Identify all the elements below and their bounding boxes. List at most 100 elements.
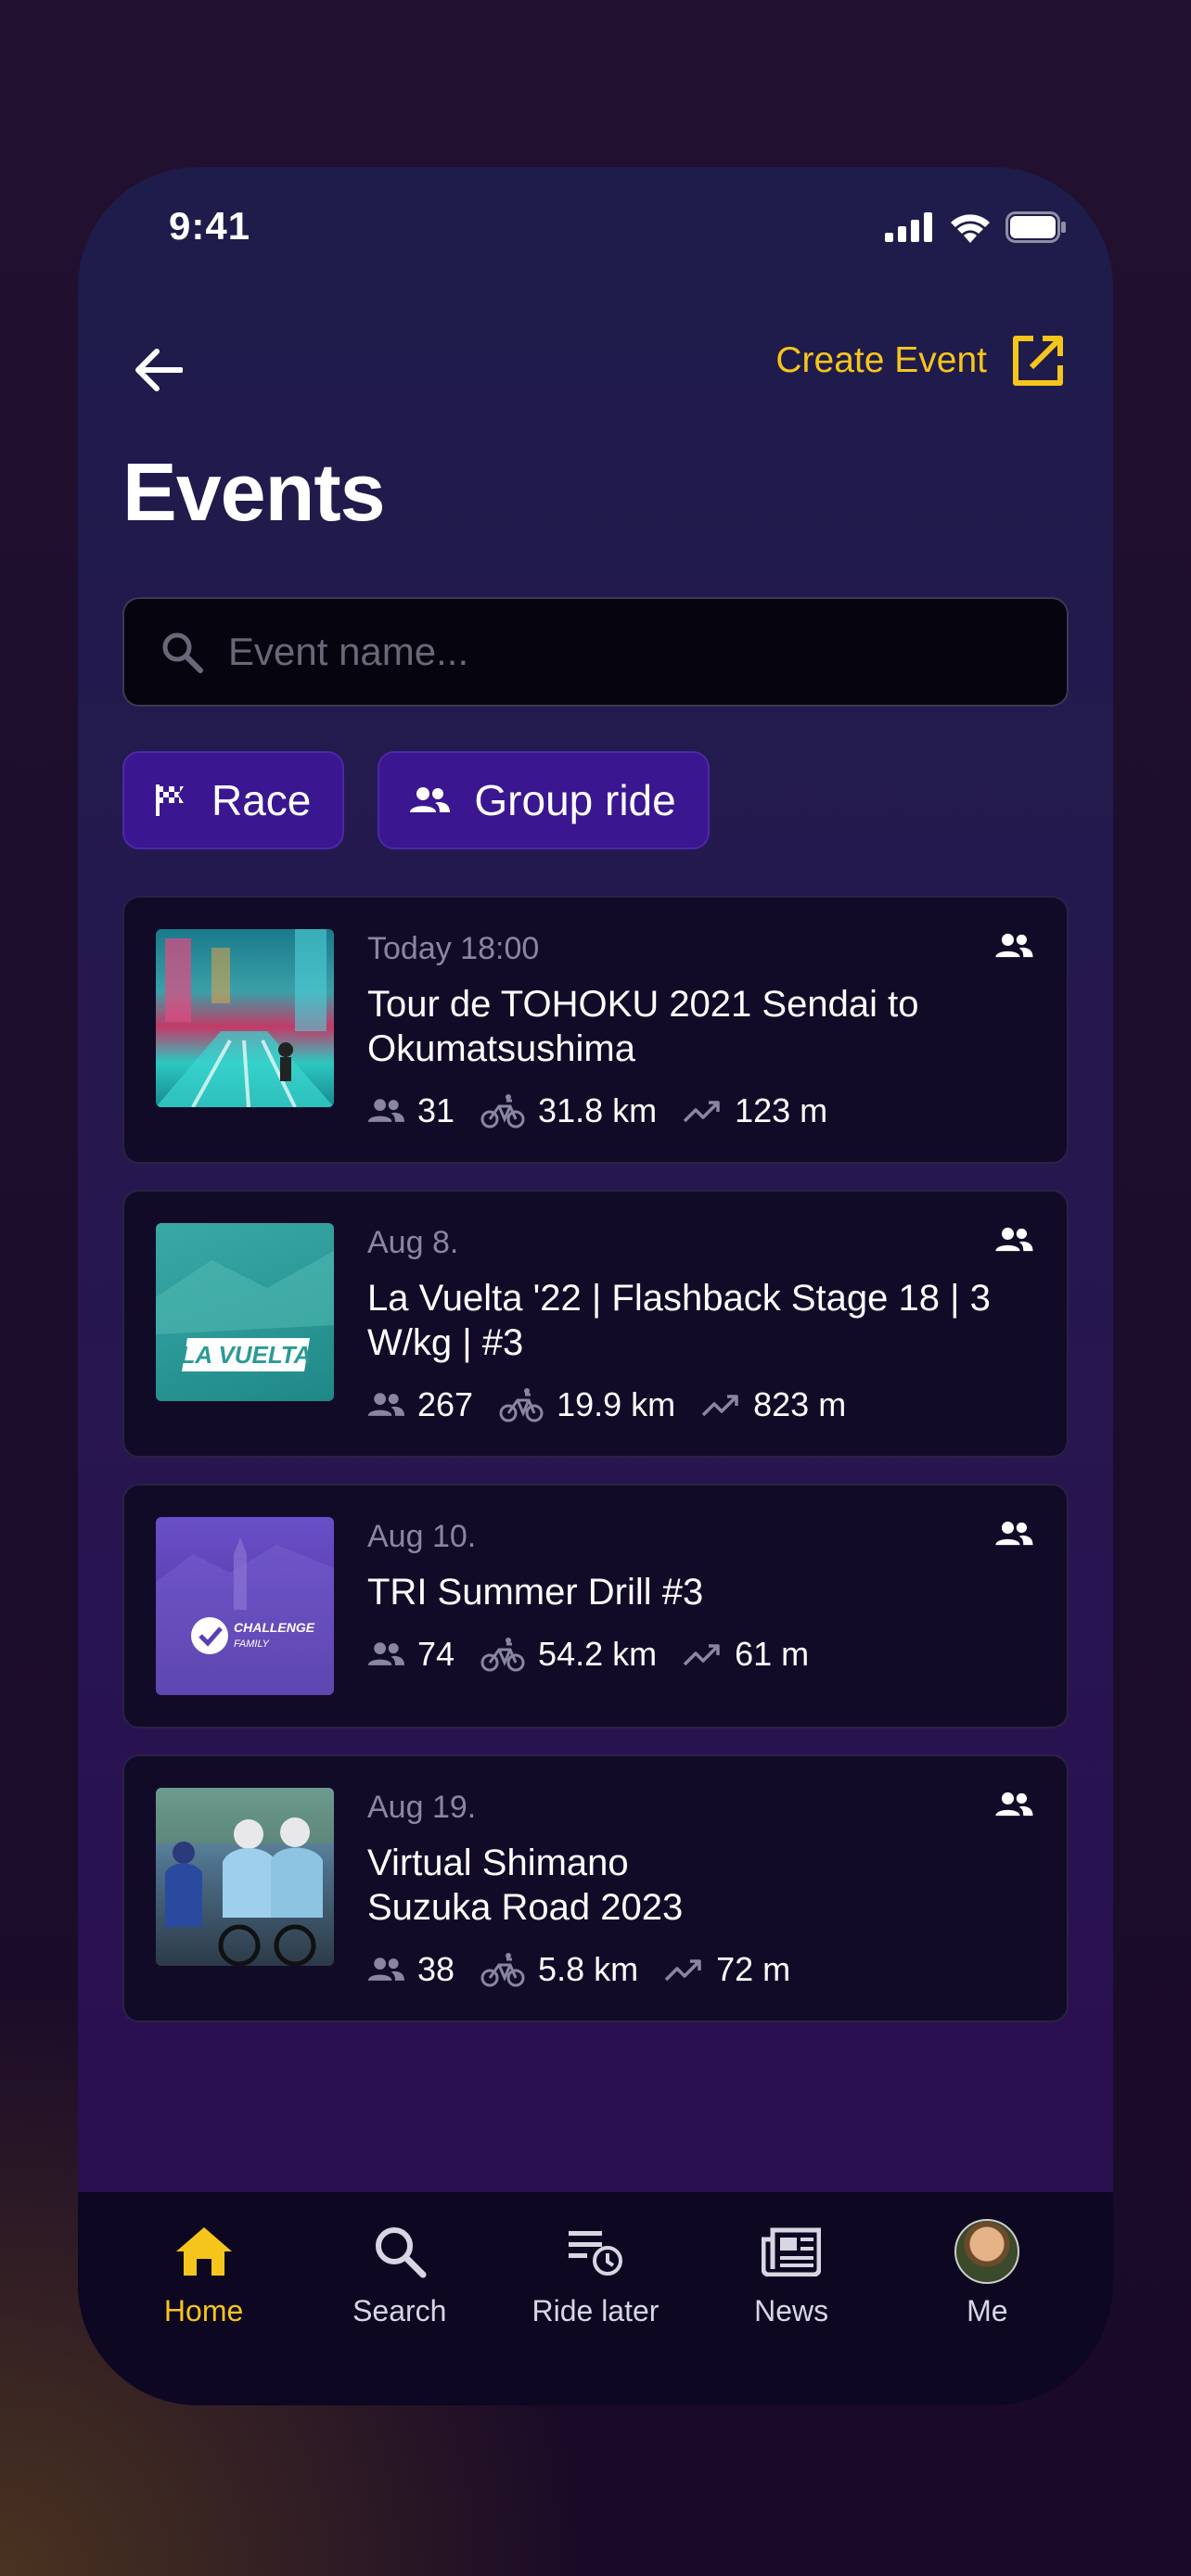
group-ride-icon xyxy=(995,1521,1033,1546)
distance-value: 31.8 km xyxy=(538,1091,658,1129)
signal-icon xyxy=(885,212,932,242)
event-date: Today 18:00 xyxy=(367,931,540,966)
page-title: Events xyxy=(122,446,386,538)
riders-count: 267 xyxy=(417,1385,474,1423)
riders-count: 38 xyxy=(417,1950,455,1988)
event-info: Aug 19. Virtual Shimano Suzuka Road 2023… xyxy=(367,1788,1035,1989)
bike-icon xyxy=(480,1638,525,1672)
event-card[interactable]: Today 18:00 Tour de TOHOKU 2021 Sendai t… xyxy=(122,896,1069,1164)
status-time: 9:41 xyxy=(169,204,251,248)
riders-icon xyxy=(367,1958,404,1981)
event-info: Aug 10. TRI Summer Drill #3 74 54.2 km 6… xyxy=(367,1517,1035,1695)
event-stats: 31 31.8 km 123 m xyxy=(367,1091,1035,1130)
nav-item-search[interactable]: Search xyxy=(307,2192,493,2405)
elevation-value: 123 m xyxy=(735,1091,828,1129)
stat-distance: 19.9 km xyxy=(499,1385,675,1424)
event-info: Aug 8. La Vuelta '22 | Flashback Stage 1… xyxy=(367,1223,1035,1424)
challenge-logo-text: CHALLENGE xyxy=(234,1620,315,1635)
newspaper-icon xyxy=(762,2227,822,2276)
phone-screen: 9:41 Create Event Events Event name... R… xyxy=(78,167,1113,2405)
search-input[interactable] xyxy=(228,630,989,674)
event-card[interactable]: LA VUELTA Aug 8. La Vuelta '22 | Flashba… xyxy=(122,1190,1069,1458)
arrow-left-icon xyxy=(135,349,183,391)
wifi-icon xyxy=(951,214,990,243)
create-event-label: Create Event xyxy=(775,340,987,380)
riders-icon xyxy=(367,1099,404,1122)
riders-icon xyxy=(367,1642,404,1665)
event-date: Aug 10. xyxy=(367,1519,477,1554)
filter-chip-group-ride[interactable]: Group ride xyxy=(378,751,710,849)
event-stats: 38 5.8 km 72 m xyxy=(367,1950,1035,1989)
elevation-value: 61 m xyxy=(735,1635,810,1673)
riders-count: 31 xyxy=(417,1091,455,1129)
bike-icon xyxy=(480,1953,525,1987)
nav-ride-later-label: Ride later xyxy=(531,2294,660,2327)
bike-icon xyxy=(480,1094,525,1129)
elevation-icon xyxy=(683,1101,720,1123)
stat-elevation: 72 m xyxy=(664,1950,790,1989)
event-thumbnail xyxy=(156,1788,334,1966)
event-thumbnail: CHALLENGE FAMILY xyxy=(156,1517,334,1695)
stat-distance: 5.8 km xyxy=(480,1950,638,1989)
nav-search-label: Search xyxy=(352,2294,447,2327)
stat-elevation: 123 m xyxy=(683,1091,827,1130)
checkered-flag-icon xyxy=(156,784,184,816)
riders-count: 74 xyxy=(417,1635,455,1673)
filter-chip-group-ride-label: Group ride xyxy=(474,776,676,824)
external-link-icon xyxy=(1013,336,1063,386)
event-name: La Vuelta '22 | Flashback Stage 18 | 3 W… xyxy=(367,1278,991,1363)
search-icon xyxy=(375,2227,427,2278)
playlist-clock-icon xyxy=(568,2231,622,2276)
event-card[interactable]: CHALLENGE FAMILY Aug 10. TRI Summer Dril… xyxy=(122,1484,1069,1728)
event-stats: 267 19.9 km 823 m xyxy=(367,1385,1035,1424)
search-icon xyxy=(162,632,203,673)
elevation-icon xyxy=(701,1395,738,1417)
stat-elevation: 823 m xyxy=(701,1385,846,1424)
event-thumbnail xyxy=(156,929,334,1107)
stat-riders: 31 xyxy=(367,1091,455,1130)
status-icons xyxy=(885,211,1067,243)
group-ride-icon xyxy=(995,1792,1033,1817)
nav-item-ride-later[interactable]: Ride later xyxy=(503,2192,688,2405)
bike-icon xyxy=(499,1388,544,1422)
events-list: Today 18:00 Tour de TOHOKU 2021 Sendai t… xyxy=(122,896,1069,2048)
back-button[interactable] xyxy=(126,338,191,402)
nav-me-label: Me xyxy=(967,2294,1008,2327)
nav-item-me[interactable]: Me xyxy=(894,2192,1080,2405)
la-vuelta-logo-text: LA VUELTA xyxy=(180,1341,311,1369)
nav-item-news[interactable]: News xyxy=(698,2192,884,2405)
event-thumbnail: LA VUELTA xyxy=(156,1223,334,1401)
group-ride-icon xyxy=(995,1227,1033,1252)
distance-value: 19.9 km xyxy=(557,1385,676,1423)
elevation-value: 72 m xyxy=(716,1950,791,1988)
nav-home-label: Home xyxy=(163,2294,244,2327)
riders-icon xyxy=(367,1393,404,1416)
stat-elevation: 61 m xyxy=(683,1635,809,1674)
group-ride-icon xyxy=(995,933,1033,958)
event-card[interactable]: Aug 19. Virtual Shimano Suzuka Road 2023… xyxy=(122,1754,1069,2022)
filter-chip-race[interactable]: Race xyxy=(122,751,345,849)
stat-riders: 74 xyxy=(367,1635,455,1674)
event-date: Aug 8. xyxy=(367,1225,459,1260)
distance-value: 54.2 km xyxy=(538,1635,658,1673)
event-name: Tour de TOHOKU 2021 Sendai to Okumatsush… xyxy=(367,984,919,1069)
nav-item-home[interactable]: Home xyxy=(111,2192,297,2405)
create-event-button[interactable]: Create Event xyxy=(775,334,1065,388)
elevation-value: 823 m xyxy=(753,1385,847,1423)
avatar xyxy=(954,2219,1020,2284)
stat-distance: 31.8 km xyxy=(480,1091,657,1130)
event-stats: 74 54.2 km 61 m xyxy=(367,1635,1035,1674)
stat-riders: 38 xyxy=(367,1950,455,1989)
event-name: Virtual Shimano Suzuka Road 2023 xyxy=(367,1843,684,1928)
distance-value: 5.8 km xyxy=(538,1950,639,1988)
search-box[interactable] xyxy=(122,597,1069,707)
home-icon xyxy=(175,2227,232,2276)
elevation-icon xyxy=(664,1959,701,1982)
bottom-nav: Home Search Ride later News Me xyxy=(78,2192,1113,2405)
nav-news-label: News xyxy=(754,2294,829,2327)
battery-icon xyxy=(1005,211,1066,243)
filter-chip-race-label: Race xyxy=(211,776,312,824)
group-icon xyxy=(410,787,451,812)
elevation-icon xyxy=(683,1644,720,1666)
event-name: TRI Summer Drill #3 xyxy=(367,1572,704,1613)
